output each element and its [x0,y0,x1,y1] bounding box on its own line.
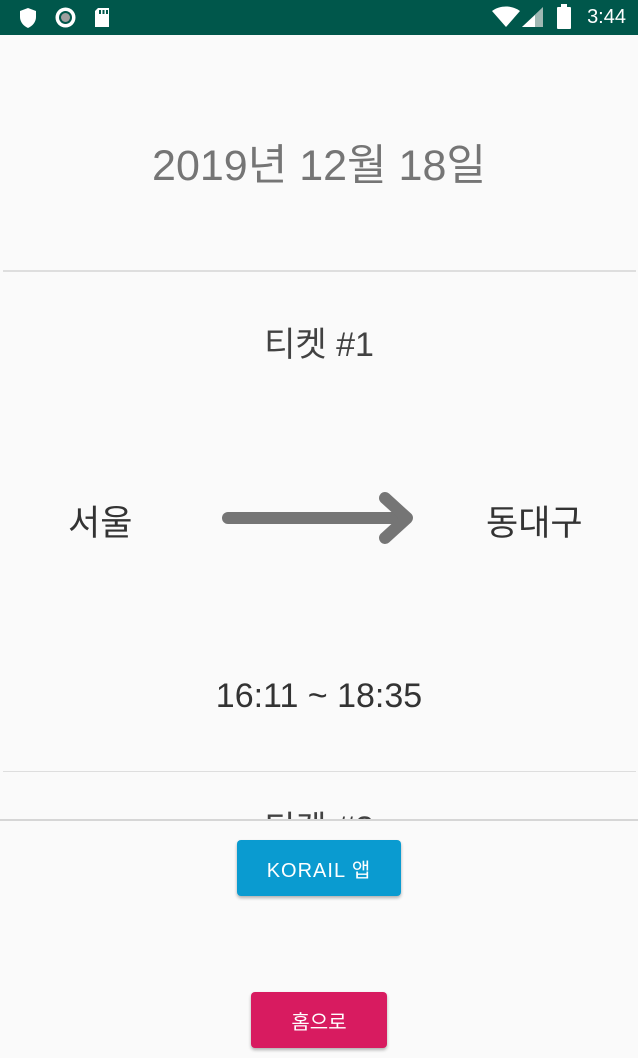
cell-signal-icon [522,7,543,27]
korail-app-button[interactable]: KORAIL 앱 [237,840,401,896]
arrow-right-icon [222,492,413,544]
circle-record-icon [55,7,76,28]
ticket-title: 티켓 #2 [0,801,638,820]
list-bottom-divider [0,819,638,821]
shield-icon [20,8,36,28]
status-bar: 3:44 [0,0,638,35]
wifi-icon [492,6,520,27]
home-button[interactable]: 홈으로 [251,992,387,1048]
arrival-station: 동대구 [486,504,583,543]
ticket-divider [3,771,636,772]
ticket-list[interactable]: 티켓 #1 서울 동대구 16:11 ~ 18:35 티켓 #2 [0,273,638,820]
ticket-title: 티켓 #1 [264,326,374,364]
header-divider [3,270,636,272]
departure-station: 서울 [68,504,133,543]
battery-icon [557,4,571,29]
status-time: 3:44 [587,6,626,28]
sd-card-icon [95,8,109,27]
ticket-time: 16:11 ~ 18:35 [215,677,423,715]
date-title: 2019년 12월 18일 [152,142,486,190]
